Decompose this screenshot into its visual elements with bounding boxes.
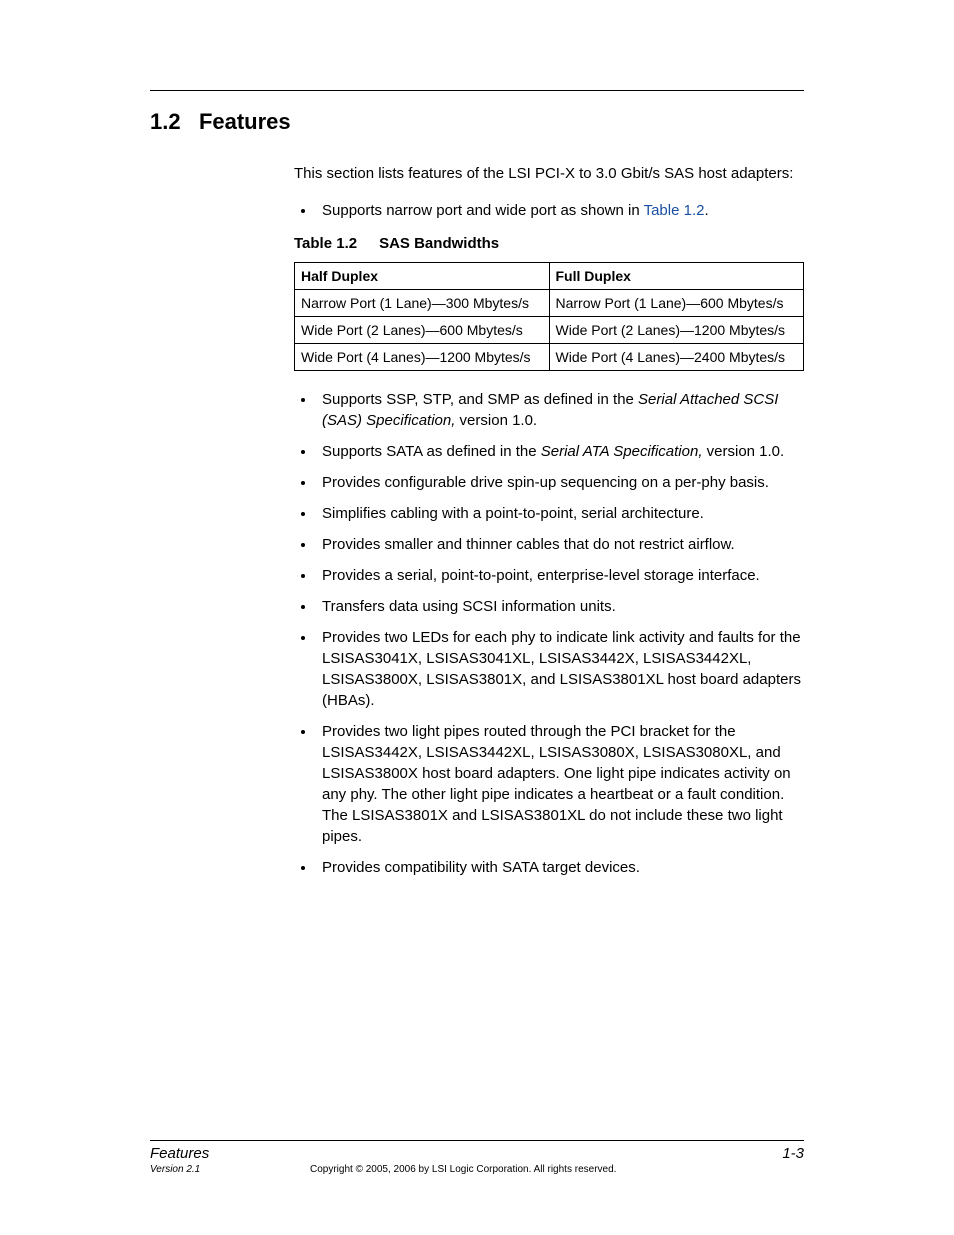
footer-rule [150,1140,804,1141]
list-item: Provides compatibility with SATA target … [316,857,804,878]
table-cell: Wide Port (4 Lanes)—1200 Mbytes/s [295,344,550,371]
table-row: Wide Port (2 Lanes)—600 Mbytes/s Wide Po… [295,317,804,344]
footer-version: Version 2.1 [150,1164,310,1175]
list-item: Supports SSP, STP, and SMP as defined in… [316,389,804,431]
footer-page-number: 1-3 [782,1145,804,1162]
list-item: Supports SATA as defined in the Serial A… [316,441,804,462]
section-title: Features [199,109,291,134]
text: version 1.0. [702,443,784,460]
list-item: Provides two light pipes routed through … [316,721,804,847]
list-item: Supports narrow port and wide port as sh… [316,200,804,221]
text: version 1.0. [455,412,537,429]
list-item: Provides a serial, point-to-point, enter… [316,565,804,586]
table-header-cell: Full Duplex [549,263,804,290]
text: Supports SATA as defined in the [322,443,541,460]
page-footer: Features 1-3 Version 2.1 Copyright © 200… [150,1140,804,1175]
intro-paragraph: This section lists features of the LSI P… [294,163,804,184]
text: Supports narrow port and wide port as sh… [322,202,644,219]
table-caption-title: SAS Bandwidths [379,235,499,252]
section-number: 1.2 [150,109,181,134]
table-link[interactable]: Table 1.2 [644,202,705,219]
table-cell: Narrow Port (1 Lane)—300 Mbytes/s [295,290,550,317]
list-item: Provides smaller and thinner cables that… [316,534,804,555]
footer-section-name: Features [150,1145,209,1162]
table-header-cell: Half Duplex [295,263,550,290]
table-cell: Wide Port (2 Lanes)—1200 Mbytes/s [549,317,804,344]
table-caption: Table 1.2 SAS Bandwidths [294,235,804,252]
text: . [704,202,708,219]
list-item: Provides configurable drive spin-up sequ… [316,472,804,493]
table-cell: Narrow Port (1 Lane)—600 Mbytes/s [549,290,804,317]
table-row: Wide Port (4 Lanes)—1200 Mbytes/s Wide P… [295,344,804,371]
table-caption-number: Table 1.2 [294,235,357,252]
page: 1.2 Features This section lists features… [0,0,954,1235]
bullet-list-main: Supports SSP, STP, and SMP as defined in… [294,389,804,878]
bullet-list-top: Supports narrow port and wide port as sh… [294,200,804,221]
bandwidth-table: Half Duplex Full Duplex Narrow Port (1 L… [294,262,804,371]
text: Supports SSP, STP, and SMP as defined in… [322,391,638,408]
table-cell: Wide Port (2 Lanes)—600 Mbytes/s [295,317,550,344]
body-column: This section lists features of the LSI P… [294,163,804,878]
table-header-row: Half Duplex Full Duplex [295,263,804,290]
top-rule [150,90,804,91]
section-heading: 1.2 Features [150,109,804,135]
table-row: Narrow Port (1 Lane)—300 Mbytes/s Narrow… [295,290,804,317]
footer-copyright: Copyright © 2005, 2006 by LSI Logic Corp… [310,1164,616,1175]
footer-row-1: Features 1-3 [150,1145,804,1162]
italic-text: Serial ATA Specification, [541,443,703,460]
list-item: Provides two LEDs for each phy to indica… [316,627,804,711]
footer-row-2: Version 2.1 Copyright © 2005, 2006 by LS… [150,1164,804,1175]
list-item: Simplifies cabling with a point-to-point… [316,503,804,524]
list-item: Transfers data using SCSI information un… [316,596,804,617]
table-cell: Wide Port (4 Lanes)—2400 Mbytes/s [549,344,804,371]
